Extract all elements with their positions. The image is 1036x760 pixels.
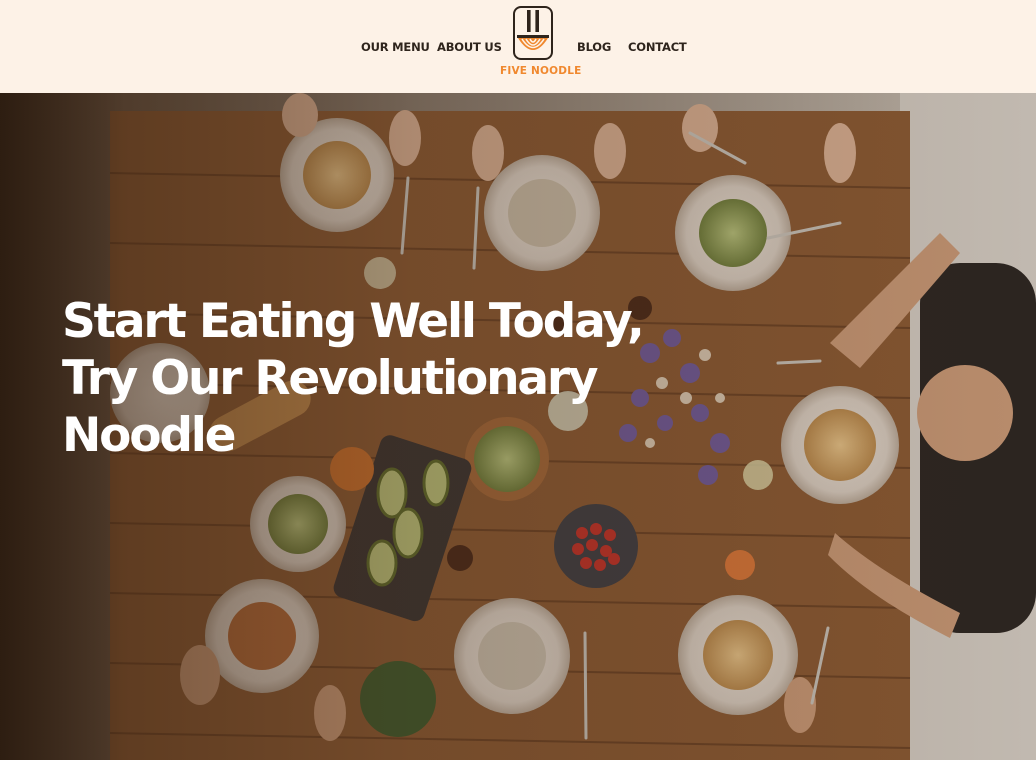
hero-headline-line-2: Try Our Revolutionary — [62, 351, 598, 406]
hero-headline: Start Eating Well Today, Try Our Revolut… — [62, 293, 645, 464]
site-logo[interactable]: FIVE NOODLE — [500, 6, 582, 82]
nav-about-us[interactable]: ABOUT US — [437, 39, 502, 55]
hero-headline-line-1: Start Eating Well Today, — [62, 294, 645, 349]
hero-section: Start Eating Well Today, Try Our Revolut… — [0, 93, 1036, 760]
site-header: OUR MENU ABOUT US FIVE NOODLE BLOG CONTA… — [0, 0, 1036, 93]
hero-headline-line-3: Noodle — [62, 408, 237, 463]
logo-wordmark: FIVE NOODLE — [500, 65, 582, 77]
nav-blog[interactable]: BLOG — [577, 39, 611, 55]
nav-contact[interactable]: CONTACT — [628, 39, 687, 55]
nav-our-menu[interactable]: OUR MENU — [361, 39, 430, 55]
noodle-bowl-icon — [513, 6, 553, 60]
